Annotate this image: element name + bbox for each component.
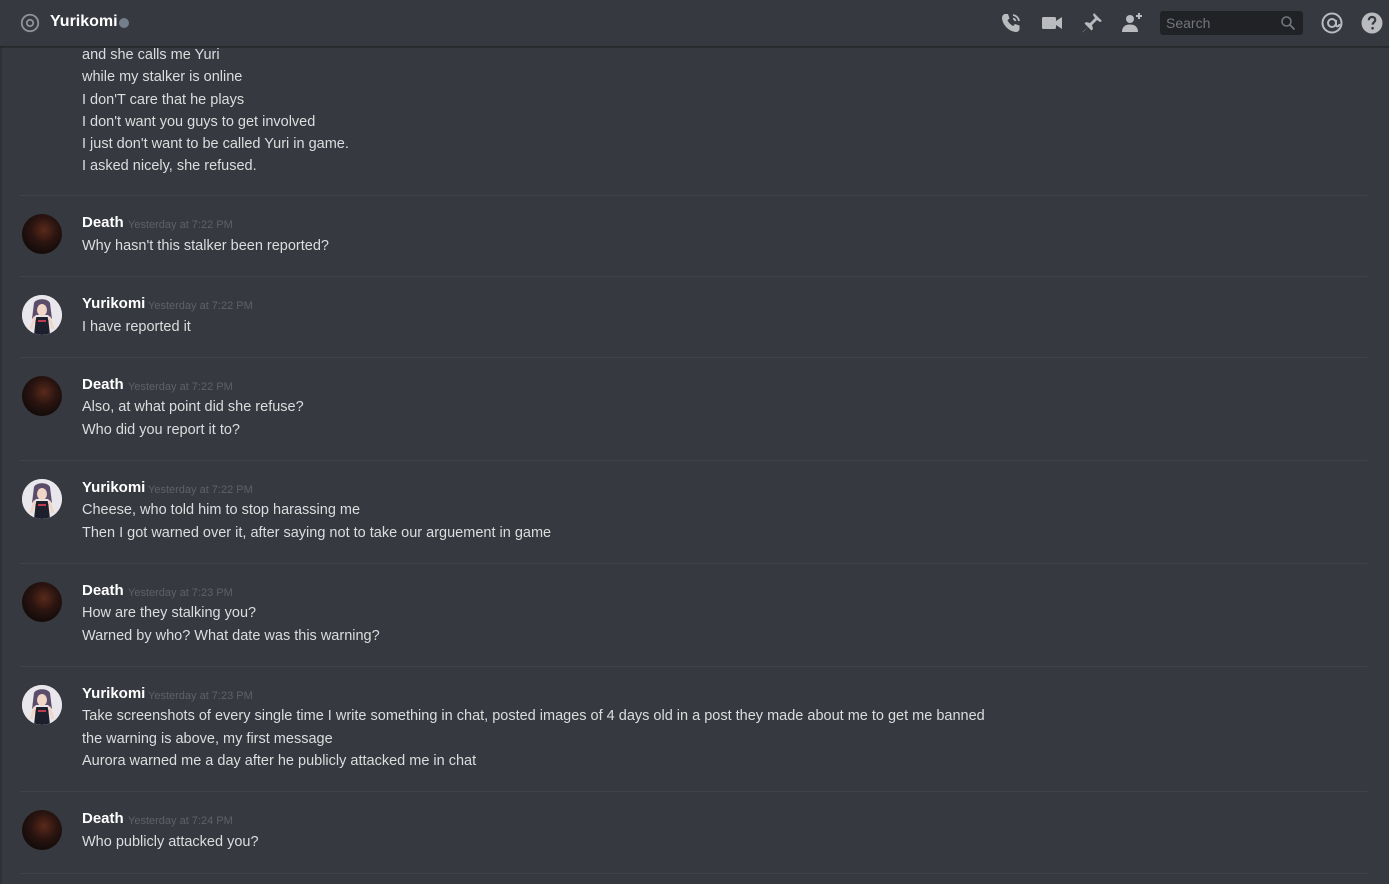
message-line: Aurora warned me a day after he publicly… xyxy=(82,753,477,769)
message-line: Cheese, who told him to stop harassing m… xyxy=(82,502,361,518)
at-icon xyxy=(20,13,40,33)
channel-header: Yurikomi xyxy=(0,0,1389,47)
avatar[interactable] xyxy=(22,582,62,622)
author-name[interactable]: Yurikomi xyxy=(82,295,145,312)
search-input[interactable] xyxy=(1160,11,1276,35)
author-name[interactable]: Yurikomi xyxy=(82,479,145,496)
avatar-image xyxy=(22,479,62,519)
timestamp: Yesterday at 7:22 PM xyxy=(128,219,233,231)
message-line: Warned by who? What date was this warnin… xyxy=(82,628,380,644)
message-divider xyxy=(20,873,1367,874)
message-group: Yurikomi Yesterday at 7:22 PM Cheese, wh… xyxy=(0,461,1389,564)
message-line: the warning is above, my first message xyxy=(82,731,333,747)
avatar[interactable] xyxy=(22,685,62,725)
message-line: I don't want you guys to get involved xyxy=(82,114,316,130)
message-line: I just don't want to be called Yuri in g… xyxy=(82,136,349,152)
message-line: I asked nicely, she refused. xyxy=(82,158,257,174)
message-line: while my stalker is online xyxy=(82,69,243,85)
avatar[interactable] xyxy=(22,214,62,254)
message-group: and she calls me Yuri while my stalker i… xyxy=(0,47,1389,196)
timestamp: Yesterday at 7:22 PM xyxy=(148,300,253,312)
mention-icon[interactable] xyxy=(1320,11,1344,35)
author-name[interactable]: Yurikomi xyxy=(82,685,145,702)
message-group: Death Yesterday at 7:24 PM Who publicly … xyxy=(0,792,1389,874)
status-indicator xyxy=(119,18,129,28)
message-line: Who did you report it to? xyxy=(82,422,240,438)
message-line: Also, at what point did she refuse? xyxy=(82,399,304,415)
add-friend-icon[interactable] xyxy=(1120,11,1144,35)
author-name[interactable]: Death xyxy=(82,376,124,393)
message-line: Who publicly attacked you? xyxy=(82,834,259,850)
dm-title: Yurikomi xyxy=(50,13,118,30)
message-group: Death Yesterday at 7:22 PM Why hasn't th… xyxy=(0,196,1389,277)
author-name[interactable]: Death xyxy=(82,810,124,827)
message-group: Yurikomi Yesterday at 7:22 PM I have rep… xyxy=(0,277,1389,358)
search-box[interactable] xyxy=(1160,11,1303,35)
message-line: I don'T care that he plays xyxy=(82,92,245,108)
author-name[interactable]: Death xyxy=(82,214,124,231)
help-icon[interactable] xyxy=(1360,11,1384,35)
avatar[interactable] xyxy=(22,479,62,519)
search-icon[interactable] xyxy=(1280,15,1296,31)
message-line: I have reported it xyxy=(82,319,191,335)
message-line: How are they stalking you? xyxy=(82,605,257,621)
pin-icon[interactable] xyxy=(1080,11,1104,35)
message-line: and she calls me Yuri xyxy=(82,47,220,63)
timestamp: Yesterday at 7:22 PM xyxy=(128,381,233,393)
message-group: Death Yesterday at 7:22 PM Also, at what… xyxy=(0,358,1389,461)
message-line: Take screenshots of every single time I … xyxy=(82,708,985,724)
phone-call-icon[interactable] xyxy=(999,11,1023,35)
message-line: Why hasn't this stalker been reported? xyxy=(82,238,329,254)
avatar-image xyxy=(22,295,62,335)
timestamp: Yesterday at 7:23 PM xyxy=(148,690,253,702)
message-line: Then I got warned over it, after saying … xyxy=(82,525,552,541)
avatar[interactable] xyxy=(22,376,62,416)
message-group: Yurikomi Yesterday at 7:23 PM Take scree… xyxy=(0,667,1389,792)
avatar-image xyxy=(22,685,62,725)
timestamp: Yesterday at 7:24 PM xyxy=(128,815,233,827)
message-list: and she calls me Yuri while my stalker i… xyxy=(0,47,1389,884)
author-name[interactable]: Death xyxy=(82,582,124,599)
video-camera-icon[interactable] xyxy=(1040,11,1064,35)
timestamp: Yesterday at 7:23 PM xyxy=(128,587,233,599)
timestamp: Yesterday at 7:22 PM xyxy=(148,484,253,496)
avatar[interactable] xyxy=(22,810,62,850)
message-group: Death Yesterday at 7:23 PM How are they … xyxy=(0,564,1389,667)
avatar[interactable] xyxy=(22,295,62,335)
